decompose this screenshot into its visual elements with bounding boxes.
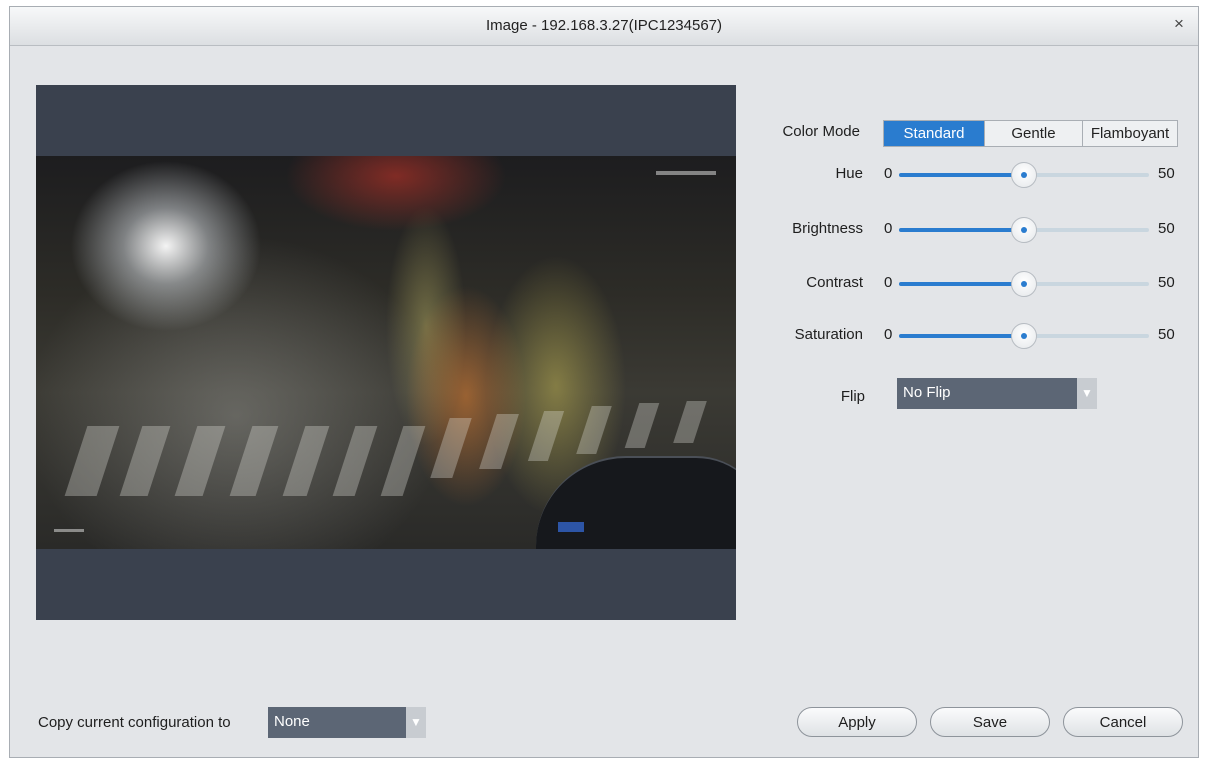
flip-label: Flip (840, 388, 865, 405)
title-bar[interactable]: Image - 192.168.3.27(IPC1234567) × (10, 7, 1198, 46)
close-icon[interactable]: × (1168, 13, 1190, 35)
color-mode-label: Color Mode (782, 123, 860, 140)
copy-config-select[interactable]: None ▼ (268, 707, 426, 738)
color-mode-flamboyant-button[interactable]: Flamboyant (1082, 121, 1177, 146)
contrast-min: 0 (884, 274, 893, 291)
cancel-button[interactable]: Cancel (1063, 707, 1183, 737)
parked-car (536, 456, 736, 549)
osd-channel-name (54, 529, 84, 532)
brightness-slider-fill (899, 228, 1024, 232)
color-mode-segmented: Standard Gentle Flamboyant (883, 120, 1178, 147)
camera-live-image (36, 156, 736, 549)
color-mode-gentle-button[interactable]: Gentle (984, 121, 1082, 146)
hue-slider-thumb[interactable] (1011, 162, 1037, 188)
contrast-slider-fill (899, 282, 1024, 286)
video-preview (36, 85, 736, 620)
chevron-down-icon[interactable]: ▼ (1077, 378, 1097, 409)
saturation-slider[interactable] (899, 323, 1149, 349)
saturation-slider-thumb[interactable] (1011, 323, 1037, 349)
brightness-label: Brightness (792, 220, 863, 237)
brightness-slider-thumb[interactable] (1011, 217, 1037, 243)
copy-config-value: None (274, 713, 310, 730)
flip-select[interactable]: No Flip ▼ (897, 378, 1097, 409)
dialog-title: Image - 192.168.3.27(IPC1234567) (486, 17, 722, 34)
hue-slider-fill (899, 173, 1024, 177)
saturation-min: 0 (884, 326, 893, 343)
contrast-label: Contrast (806, 274, 863, 291)
hue-slider[interactable] (899, 162, 1149, 188)
chevron-down-icon[interactable]: ▼ (406, 707, 426, 738)
color-mode-standard-button[interactable]: Standard (884, 121, 984, 146)
brightness-value: 50 (1158, 220, 1175, 237)
license-plate (558, 522, 584, 532)
image-settings-dialog: Image - 192.168.3.27(IPC1234567) × Color… (9, 6, 1199, 758)
flip-select-value: No Flip (903, 384, 951, 401)
saturation-slider-fill (899, 334, 1024, 338)
contrast-slider[interactable] (899, 271, 1149, 297)
brightness-slider[interactable] (899, 217, 1149, 243)
osd-timestamp (656, 171, 716, 175)
hue-value: 50 (1158, 165, 1175, 182)
hue-label: Hue (835, 165, 863, 182)
brightness-min: 0 (884, 220, 893, 237)
apply-button[interactable]: Apply (797, 707, 917, 737)
contrast-slider-thumb[interactable] (1011, 271, 1037, 297)
hue-min: 0 (884, 165, 893, 182)
contrast-value: 50 (1158, 274, 1175, 291)
saturation-label: Saturation (794, 326, 863, 343)
save-button[interactable]: Save (930, 707, 1050, 737)
saturation-value: 50 (1158, 326, 1175, 343)
copy-config-label: Copy current configuration to (38, 714, 231, 731)
